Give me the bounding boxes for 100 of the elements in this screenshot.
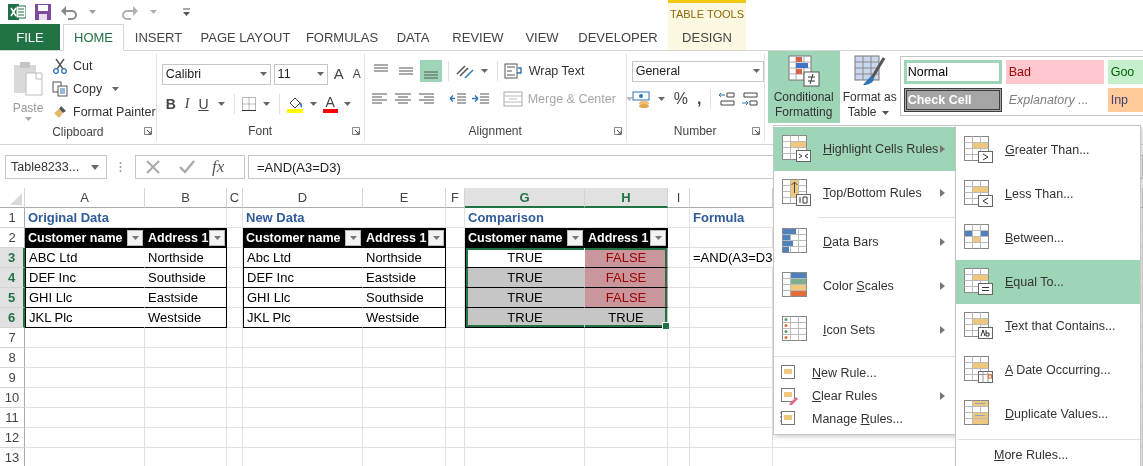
menu-item[interactable]: More Rules... xyxy=(956,443,1140,466)
row-header[interactable]: 1 xyxy=(0,208,25,228)
caret-icon[interactable] xyxy=(657,97,665,101)
format-as-table-button[interactable]: Format as Table xyxy=(839,51,900,123)
dialog-launcher-icon[interactable] xyxy=(751,127,760,135)
menu-item[interactable]: Clear Rules xyxy=(774,384,955,407)
percent-button[interactable]: % xyxy=(670,90,691,108)
column-header[interactable]: E xyxy=(363,188,446,208)
row-header[interactable]: 3 xyxy=(0,248,25,268)
menu-item[interactable]: Duplicate Values... xyxy=(956,392,1140,436)
ribbon-tab[interactable]: REVIEW xyxy=(440,24,516,50)
row-header[interactable]: 11 xyxy=(0,408,25,428)
filter-button[interactable] xyxy=(209,229,225,246)
fill-handle[interactable] xyxy=(662,322,670,330)
row-header[interactable]: 9 xyxy=(0,368,25,388)
filter-button[interactable] xyxy=(127,229,143,246)
submenu-arrow-icon xyxy=(940,145,945,153)
filter-button[interactable] xyxy=(345,229,361,246)
column-header[interactable]: A xyxy=(25,188,145,208)
caret-icon[interactable] xyxy=(480,69,488,73)
menu-item[interactable]: A Date Occurring... xyxy=(956,348,1140,392)
column-header[interactable]: H xyxy=(585,188,668,208)
font-size-dropdown[interactable]: 11 xyxy=(273,63,328,85)
align-bottom-icon[interactable] xyxy=(419,60,442,82)
row-header[interactable]: 10 xyxy=(0,388,25,408)
check-icon[interactable] xyxy=(178,158,196,176)
ribbon-tab[interactable]: DESIGN xyxy=(668,24,746,50)
cell-style[interactable]: Inp xyxy=(1107,88,1143,112)
drag-handle-icon[interactable] xyxy=(119,161,122,173)
copy-button[interactable]: Copy xyxy=(52,79,156,99)
wrap-text-button[interactable]: Wrap Text xyxy=(503,61,585,81)
menu-item[interactable]: Highlight Cells Rules xyxy=(774,127,955,171)
ribbon-tab[interactable]: DEVELOPER xyxy=(568,24,668,50)
bold-button[interactable]: B xyxy=(161,95,179,113)
format-painter-button[interactable]: Format Painter xyxy=(52,102,156,122)
increase-decimal-icon[interactable] xyxy=(717,90,738,108)
dialog-launcher-icon[interactable] xyxy=(613,127,622,135)
column-header[interactable]: I xyxy=(668,188,690,208)
shrink-font-button[interactable]: A xyxy=(349,65,364,83)
filter-button[interactable] xyxy=(650,229,666,246)
currency-icon[interactable] xyxy=(631,90,652,108)
ribbon-tab[interactable]: DATA xyxy=(386,24,440,50)
column-header[interactable]: C xyxy=(227,188,243,208)
ribbon-tab[interactable]: FILE xyxy=(0,24,60,50)
cell-style[interactable]: Explanatory ... xyxy=(1005,88,1104,112)
fill-color-icon[interactable] xyxy=(285,95,304,113)
caret-icon[interactable] xyxy=(309,102,317,106)
menu-item[interactable]: Icon Sets xyxy=(774,308,955,352)
caret-icon[interactable] xyxy=(217,102,225,106)
cut-button[interactable]: Cut xyxy=(52,56,156,76)
dialog-launcher-icon[interactable] xyxy=(351,127,360,135)
font-name-dropdown[interactable]: Calibri xyxy=(161,63,271,85)
name-box[interactable]: Table8233... xyxy=(5,155,107,179)
cell-style[interactable]: Normal xyxy=(903,60,1002,84)
customize-toolbar-icon[interactable] xyxy=(182,7,191,17)
column-header[interactable]: F xyxy=(446,188,465,208)
ribbon-tab[interactable]: FORMULAS xyxy=(298,24,386,50)
decrease-decimal-icon[interactable] xyxy=(740,90,761,108)
cell-style[interactable]: Bad xyxy=(1005,60,1104,84)
ribbon-tab[interactable]: PAGE LAYOUT xyxy=(193,24,298,50)
menu-item[interactable]: Between... xyxy=(956,216,1140,260)
comma-button[interactable]: , xyxy=(693,90,705,108)
caret-icon[interactable] xyxy=(262,102,270,106)
text-orientation-icon[interactable] xyxy=(454,62,475,80)
ribbon-tab[interactable]: HOME xyxy=(63,24,124,51)
row-header[interactable]: 6 xyxy=(0,308,25,328)
grow-font-button[interactable]: A xyxy=(330,65,347,83)
caret-icon[interactable] xyxy=(112,87,120,91)
column-header[interactable]: B xyxy=(145,188,227,208)
row-header[interactable]: 13 xyxy=(0,448,25,466)
filter-button[interactable] xyxy=(567,229,583,246)
menu-item[interactable]: Manage Rules... xyxy=(774,407,955,430)
row-header[interactable]: 12 xyxy=(0,428,25,448)
column-header[interactable]: D xyxy=(243,188,363,208)
font-color-button[interactable]: A xyxy=(322,95,338,113)
ribbon-tab[interactable]: INSERT xyxy=(124,24,193,50)
caret-icon[interactable] xyxy=(343,102,351,106)
menu-item[interactable]: Equal To... xyxy=(956,260,1140,304)
number-format-dropdown[interactable]: General xyxy=(631,60,764,82)
row-header[interactable]: 8 xyxy=(0,348,25,368)
column-header[interactable]: G xyxy=(465,188,585,208)
row-header[interactable]: 7 xyxy=(0,328,25,348)
italic-button[interactable]: I xyxy=(181,95,193,113)
insert-function-button[interactable]: fx xyxy=(212,157,225,177)
menu-item[interactable]: Color Scales xyxy=(774,264,955,308)
borders-icon[interactable] xyxy=(240,96,257,112)
caret-icon[interactable] xyxy=(89,10,96,14)
ribbon-tab[interactable]: VIEW xyxy=(516,24,568,50)
row-header[interactable]: 4 xyxy=(0,268,25,288)
dialog-launcher-icon[interactable] xyxy=(143,127,152,135)
cell-style[interactable]: Goo xyxy=(1107,60,1143,84)
underline-button[interactable]: U xyxy=(195,95,212,113)
menu-item[interactable]: Data Bars xyxy=(774,220,955,264)
save-icon[interactable] xyxy=(34,3,52,21)
filter-button[interactable] xyxy=(428,229,444,246)
submenu-arrow-icon xyxy=(940,326,945,334)
conditional-formatting-button[interactable]: Conditional Formatting xyxy=(767,51,840,123)
menu-item[interactable]: Text that Contains... xyxy=(956,304,1140,348)
row-header[interactable]: 5 xyxy=(0,288,25,308)
menu-item[interactable]: New Rule... xyxy=(774,361,955,384)
